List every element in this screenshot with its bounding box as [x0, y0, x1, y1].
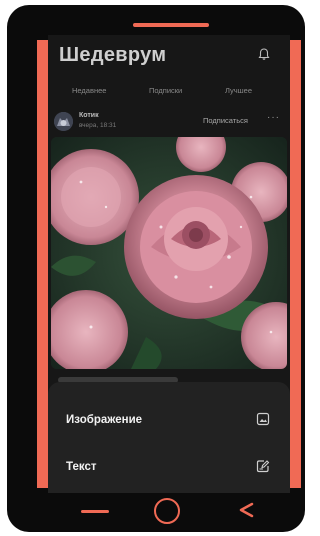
system-nav-bar	[7, 493, 305, 532]
post-time: вчера, 18:31	[79, 122, 117, 129]
left-rail	[37, 40, 48, 488]
create-image-option[interactable]: Изображение	[48, 402, 290, 438]
nav-recent-icon[interactable]	[236, 501, 256, 519]
tab-best[interactable]: Лучшее	[225, 86, 252, 95]
bell-icon[interactable]	[257, 47, 271, 61]
more-options-icon[interactable]: ···	[267, 112, 280, 123]
create-text-label: Текст	[66, 461, 97, 473]
right-rail	[290, 40, 301, 488]
create-text-option[interactable]: Текст	[48, 449, 290, 485]
edit-text-icon	[256, 460, 270, 473]
post-image[interactable]	[51, 137, 287, 369]
feed-tabs: Недавнее Подписки Лучшее	[48, 86, 290, 100]
nav-back-button[interactable]	[81, 510, 109, 513]
tab-recent[interactable]: Недавнее	[72, 86, 106, 95]
author-name[interactable]: Котик	[79, 112, 99, 119]
speaker-bar	[133, 23, 209, 27]
create-bottom-sheet: Изображение Текст	[48, 382, 290, 493]
avatar[interactable]	[54, 112, 73, 131]
app-title: Шедеврум	[59, 44, 167, 66]
create-image-label: Изображение	[66, 414, 143, 426]
phone-frame: Шедеврум Недавнее Подписки Лучшее Котик …	[7, 5, 305, 532]
post-header: Котик вчера, 18:31 Подписаться ···	[48, 108, 290, 134]
nav-home-button[interactable]	[154, 498, 180, 524]
subscribe-button[interactable]: Подписаться	[203, 116, 248, 125]
image-icon	[256, 412, 270, 426]
app-screen: Шедеврум Недавнее Подписки Лучшее Котик …	[48, 35, 290, 493]
tab-subscriptions[interactable]: Подписки	[149, 86, 182, 95]
